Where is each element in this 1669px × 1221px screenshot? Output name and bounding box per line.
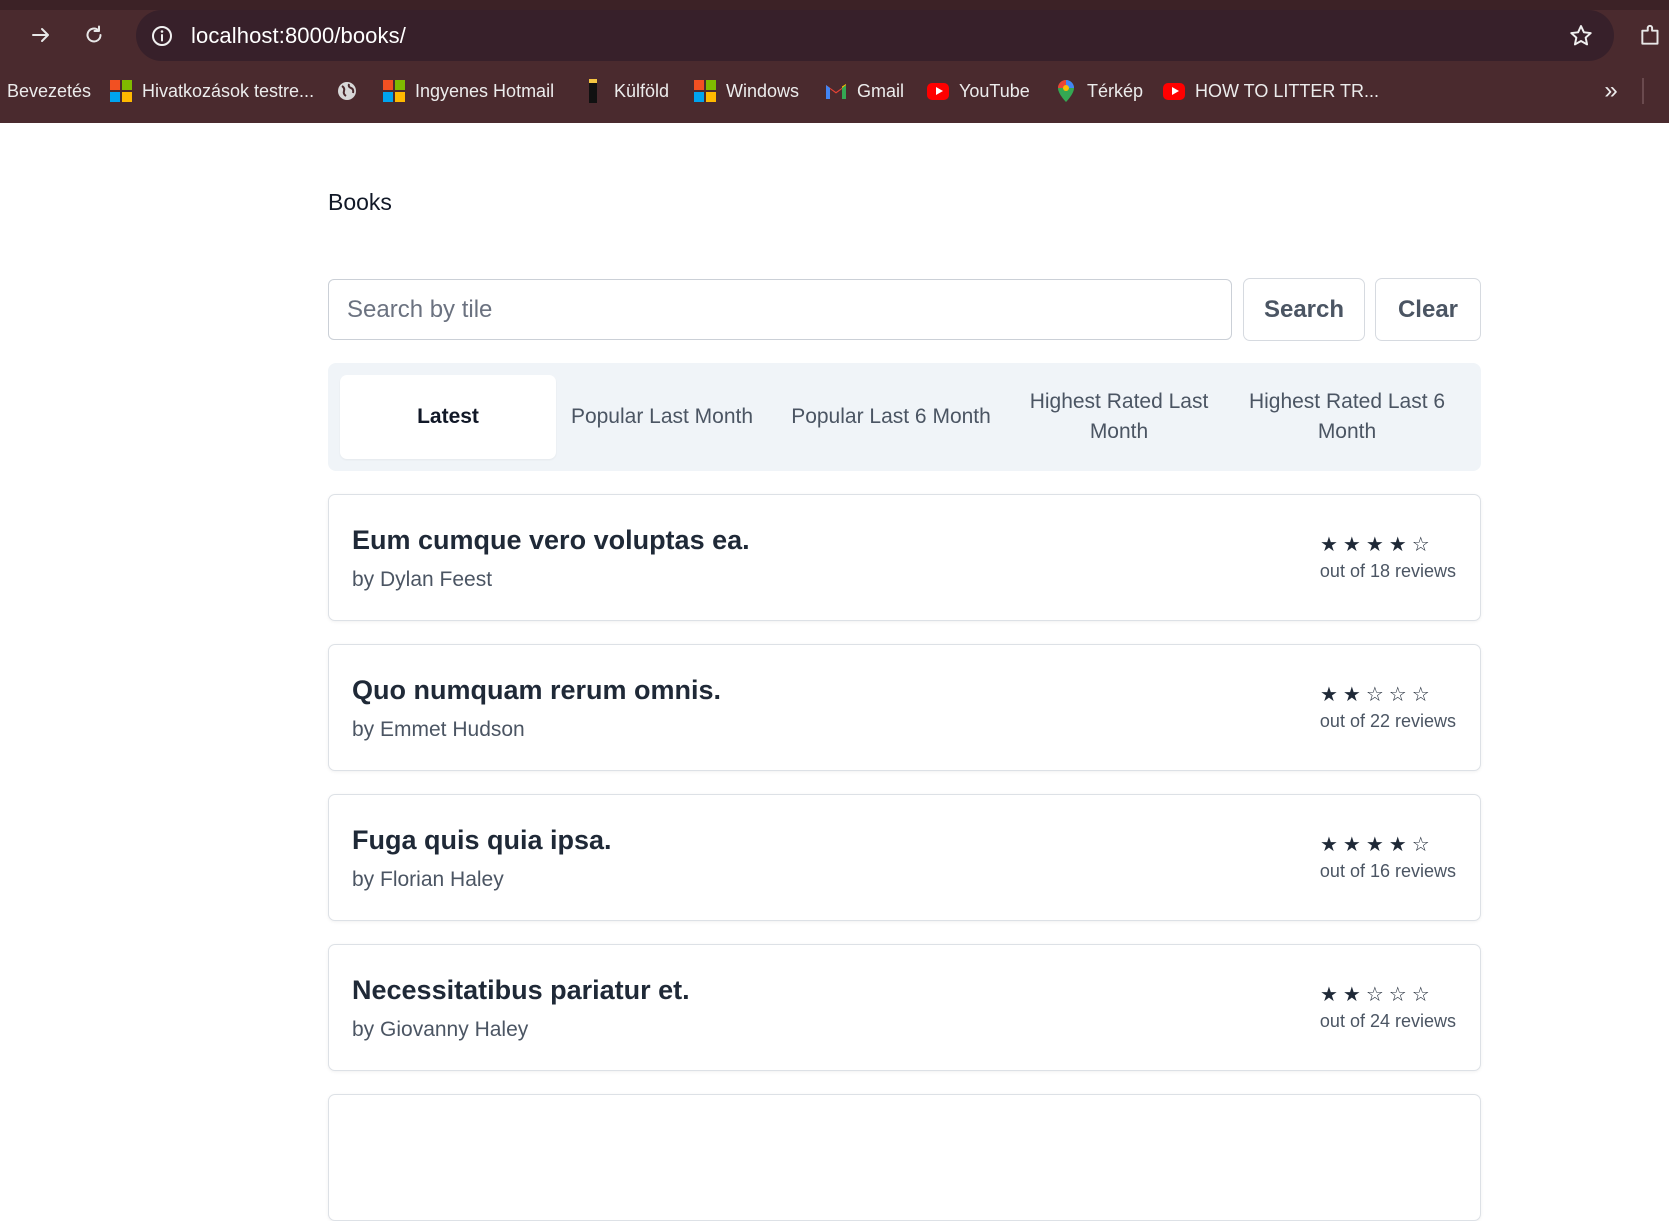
- bookmarks-divider: [1642, 78, 1644, 104]
- bookmark-windows[interactable]: Windows: [694, 74, 799, 108]
- microsoft-logo-icon: [383, 80, 405, 102]
- page-content: Books Search Clear Latest Popular Last M…: [0, 123, 1669, 1221]
- bookmark-youtube[interactable]: YouTube: [927, 74, 1030, 108]
- book-title[interactable]: Quo numquam rerum omnis.: [352, 675, 721, 706]
- tab-highest-rated-last-6-month[interactable]: Highest Rated Last 6 Month: [1239, 375, 1455, 459]
- book-rating: ★★★★☆ out of 16 reviews: [1316, 833, 1456, 882]
- rating-stars: ★★☆☆☆: [1320, 983, 1456, 1005]
- book-rating: ★★☆☆☆ out of 22 reviews: [1316, 683, 1456, 732]
- bookmark-gmail[interactable]: Gmail: [825, 74, 904, 108]
- search-input[interactable]: [328, 279, 1232, 340]
- star-icons: ★★☆☆☆: [1320, 982, 1435, 1006]
- bookmark-globe[interactable]: [336, 74, 358, 108]
- filter-tabs: Latest Popular Last Month Popular Last 6…: [328, 363, 1481, 471]
- book-card[interactable]: Necessitatibus pariatur et. by Giovanny …: [328, 944, 1481, 1071]
- more-bookmarks-chevron-icon[interactable]: »: [1596, 74, 1626, 108]
- forward-button[interactable]: [24, 18, 58, 52]
- browser-chrome: localhost:8000/books/ Bevezetés Hivatkoz…: [0, 0, 1669, 123]
- bookmark-label: Hivatkozások testre...: [142, 80, 315, 101]
- tab-popular-last-6-month[interactable]: Popular Last 6 Month: [783, 375, 999, 459]
- clear-button[interactable]: Clear: [1375, 278, 1481, 341]
- star-icons: ★★☆☆☆: [1320, 682, 1435, 706]
- tab-popular-last-month[interactable]: Popular Last Month: [554, 375, 770, 459]
- page-title: Books: [328, 189, 392, 215]
- tab-latest[interactable]: Latest: [340, 375, 556, 459]
- arrow-right-icon: [32, 28, 49, 42]
- book-author: by Florian Haley: [352, 868, 504, 891]
- maps-pin-icon: [1055, 80, 1077, 102]
- bookmark-label: Gmail: [857, 80, 905, 101]
- url-text[interactable]: localhost:8000/books/: [191, 23, 406, 49]
- star-icons: ★★★★☆: [1320, 832, 1435, 856]
- bookmark-how-to-litter[interactable]: HOW TO LITTER TR...: [1163, 74, 1379, 108]
- extensions-icon[interactable]: [1636, 18, 1666, 52]
- bookmark-hotmail[interactable]: Ingyenes Hotmail: [383, 74, 554, 108]
- rating-stars: ★★★★☆: [1320, 833, 1456, 855]
- bookmark-label: Windows: [726, 80, 800, 101]
- bookmark-kulfold[interactable]: Külföld: [582, 74, 669, 108]
- bookmark-folder-icon: [582, 79, 604, 103]
- address-bar[interactable]: localhost:8000/books/: [136, 10, 1614, 61]
- bookmark-hivatkozasok[interactable]: Hivatkozások testre...: [110, 74, 314, 108]
- bookmark-label: HOW TO LITTER TR...: [1195, 80, 1380, 101]
- review-count: out of 18 reviews: [1319, 561, 1456, 581]
- review-count: out of 22 reviews: [1319, 711, 1456, 731]
- reload-icon: [86, 25, 102, 43]
- tab-highest-rated-last-month[interactable]: Highest Rated Last Month: [1011, 375, 1227, 459]
- bookmark-label: Külföld: [614, 80, 670, 101]
- microsoft-logo-icon: [694, 80, 716, 102]
- book-card[interactable]: [328, 1094, 1481, 1221]
- bookmark-label: Ingyenes Hotmail: [415, 80, 555, 101]
- bookmark-terkep[interactable]: Térkép: [1055, 74, 1143, 108]
- microsoft-logo-icon: [110, 80, 132, 102]
- book-card[interactable]: Quo numquam rerum omnis. by Emmet Hudson…: [328, 644, 1481, 771]
- book-author: by Giovanny Haley: [352, 1018, 529, 1041]
- youtube-icon: [927, 80, 949, 102]
- book-card[interactable]: Eum cumque vero voluptas ea. by Dylan Fe…: [328, 494, 1481, 621]
- search-button[interactable]: Search: [1243, 278, 1365, 341]
- book-author: by Dylan Feest: [352, 568, 493, 591]
- book-title[interactable]: Necessitatibus pariatur et.: [352, 975, 690, 1006]
- bookmark-star-icon[interactable]: [1566, 21, 1596, 51]
- book-title[interactable]: Fuga quis quia ipsa.: [352, 825, 612, 856]
- review-count: out of 16 reviews: [1319, 861, 1456, 881]
- book-author: by Emmet Hudson: [352, 718, 525, 741]
- review-count: out of 24 reviews: [1319, 1011, 1456, 1031]
- tab-strip-edge: [0, 0, 1669, 10]
- bookmark-label: Bevezetés: [7, 80, 92, 101]
- book-title[interactable]: Eum cumque vero voluptas ea.: [352, 525, 750, 556]
- book-rating: ★★☆☆☆ out of 24 reviews: [1316, 983, 1456, 1032]
- bookmark-bevezetes[interactable]: Bevezetés: [7, 74, 91, 108]
- rating-stars: ★★★★☆: [1320, 533, 1456, 555]
- bookmark-label: YouTube: [959, 80, 1030, 101]
- gmail-icon: [825, 80, 847, 102]
- globe-icon: [336, 80, 358, 102]
- book-card[interactable]: Fuga quis quia ipsa. by Florian Haley ★★…: [328, 794, 1481, 921]
- rating-stars: ★★☆☆☆: [1320, 683, 1456, 705]
- book-rating: ★★★★☆ out of 18 reviews: [1316, 533, 1456, 582]
- star-icons: ★★★★☆: [1320, 532, 1435, 556]
- site-info-icon[interactable]: [148, 22, 176, 50]
- youtube-icon: [1163, 80, 1185, 102]
- reload-button[interactable]: [77, 18, 111, 52]
- bookmarks-bar: Bevezetés Hivatkozások testre... Ingyene…: [0, 74, 1669, 108]
- bookmark-label: Térkép: [1087, 80, 1144, 101]
